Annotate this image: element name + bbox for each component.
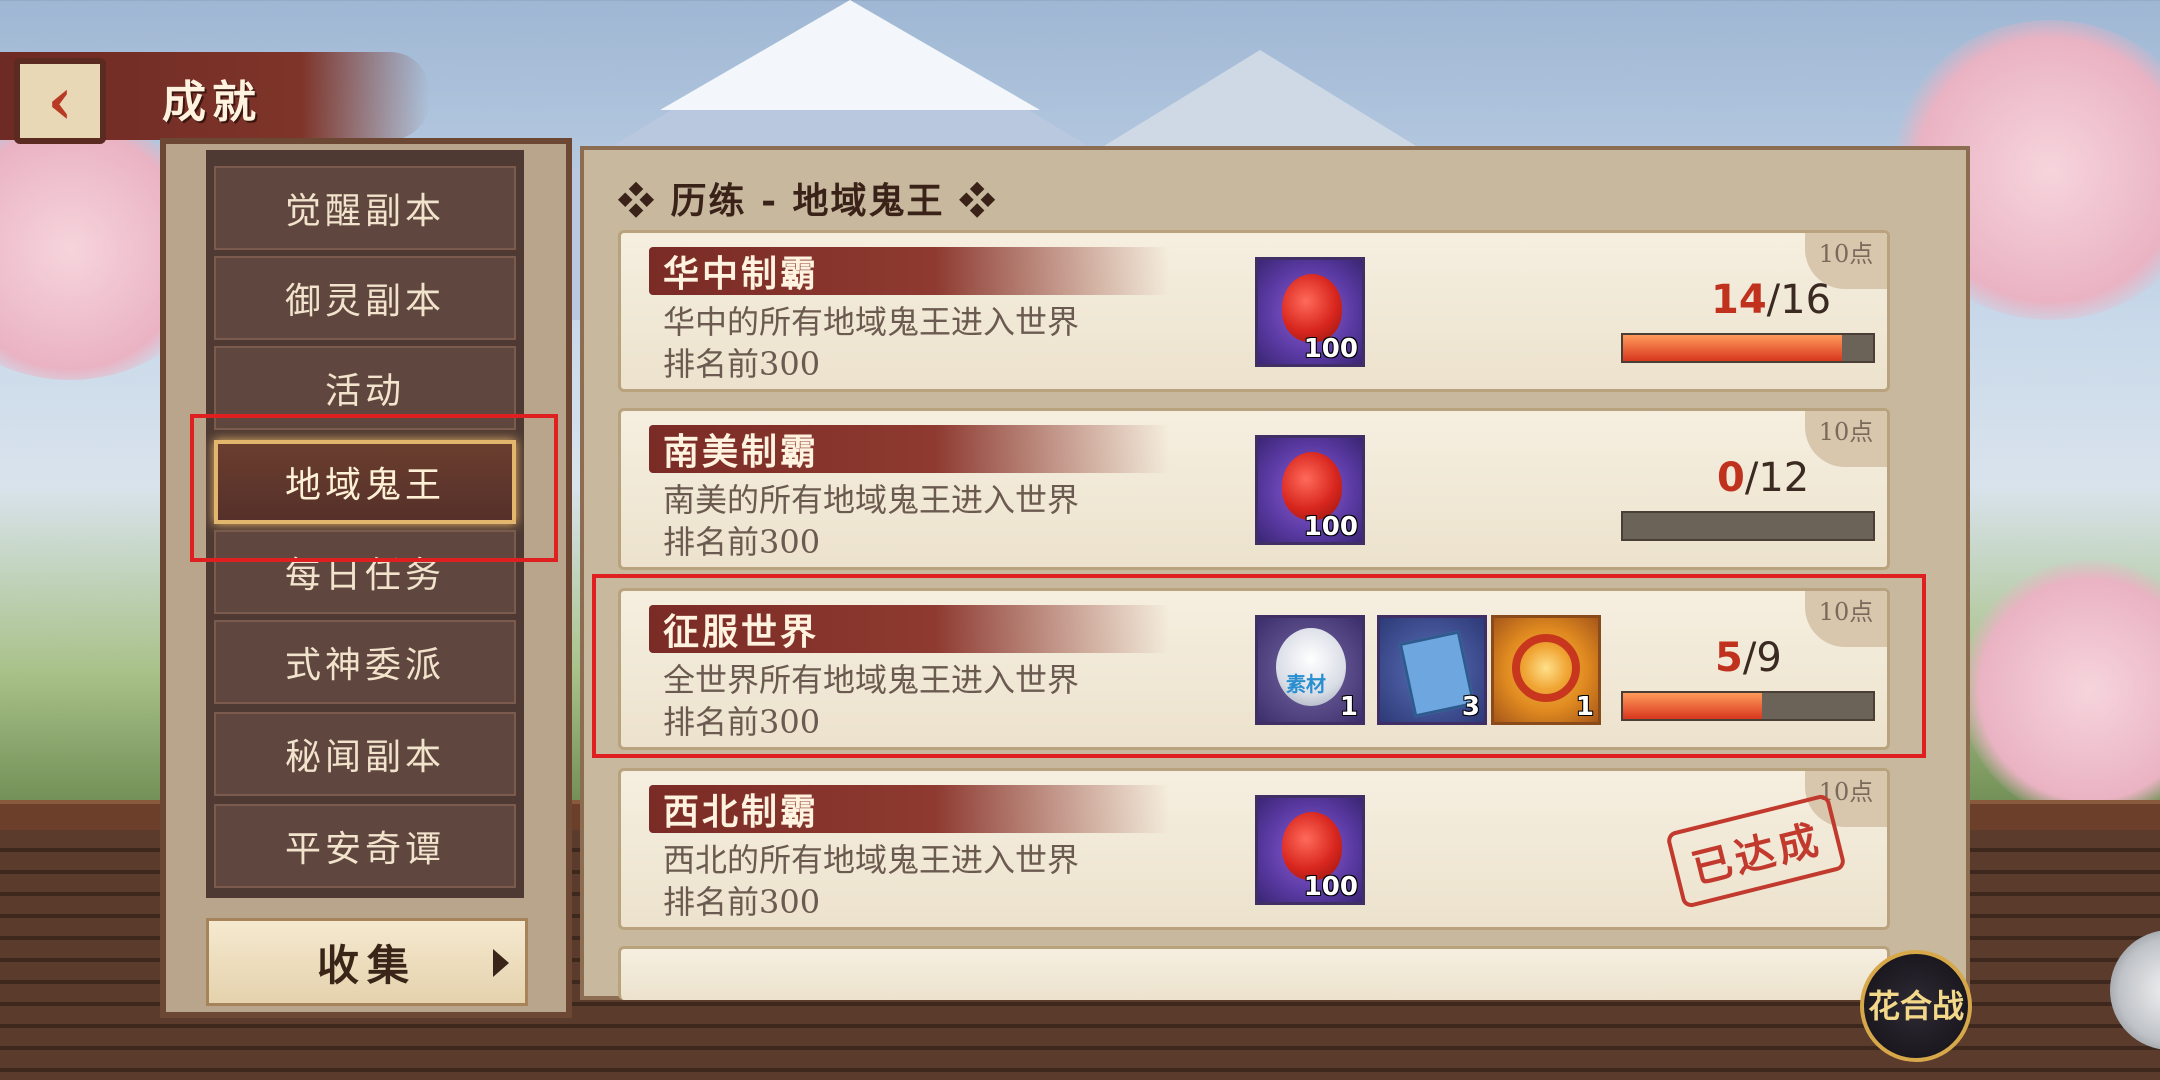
hanafuda-button[interactable]: 花合战 (1860, 950, 1972, 1062)
progress-current: 0 (1717, 455, 1745, 501)
achievement-desc: 南美的所有地域鬼王进入世界 排名前300 (663, 479, 1223, 563)
highlight-box-menu (190, 414, 558, 562)
desc-line: 西北的所有地域鬼王进入世界 (663, 841, 1080, 879)
menu-item-secret[interactable]: 秘闻副本 (214, 712, 516, 796)
progress-total: /16 (1766, 277, 1832, 323)
desc-line: 排名前300 (663, 523, 821, 561)
menu-item-soul[interactable]: 御灵副本 (214, 256, 516, 340)
achievement-title: 西北制霸 (663, 791, 820, 833)
reward-item[interactable]: 100 (1255, 435, 1365, 545)
points-badge: 10点 (1805, 411, 1887, 467)
achievement-card-partial (618, 946, 1890, 1000)
menu-item-dispatch[interactable]: 式神委派 (214, 620, 516, 704)
red-orb-icon (1282, 812, 1342, 880)
progress-fill (1623, 335, 1842, 361)
desc-line: 排名前300 (663, 883, 821, 921)
reward-count: 100 (1303, 512, 1358, 542)
achievement-title: 南美制霸 (663, 431, 820, 473)
collect-button[interactable]: 收集 (206, 918, 528, 1006)
achievement-title: 华中制霸 (663, 253, 820, 295)
progress-text: 14/16 (1711, 277, 1831, 323)
section-title: ❖ 历练 - 地域鬼王 ❖ (618, 180, 998, 222)
red-orb-icon (1282, 274, 1342, 342)
chevron-right-icon (493, 949, 509, 977)
page-title: 成就 (162, 77, 262, 128)
red-orb-icon (1282, 452, 1342, 520)
achievement-desc: 西北的所有地域鬼王进入世界 排名前300 (663, 839, 1223, 923)
reward-count: 100 (1303, 872, 1358, 902)
reward-item[interactable]: 100 (1255, 795, 1365, 905)
achievement-desc: 华中的所有地域鬼王进入世界 排名前300 (663, 301, 1223, 385)
cherry-blossom (1960, 560, 2160, 820)
desc-line: 南美的所有地域鬼王进入世界 (663, 481, 1080, 519)
achievement-card: 华中制霸 华中的所有地域鬼王进入世界 排名前300 10点 100 14/16 (618, 230, 1890, 392)
background-mountain-snow (660, 0, 1040, 110)
achievement-card: 南美制霸 南美的所有地域鬼王进入世界 排名前300 10点 100 0/12 (618, 408, 1890, 570)
back-button[interactable]: ‹ (14, 58, 106, 144)
reward-count: 100 (1303, 334, 1358, 364)
highlight-box-card (592, 574, 1926, 758)
progress-bar (1621, 511, 1875, 541)
menu-item-heian[interactable]: 平安奇谭 (214, 804, 516, 888)
menu-item-awakening[interactable]: 觉醒副本 (214, 166, 516, 250)
progress-bar (1621, 333, 1875, 363)
reward-item[interactable]: 100 (1255, 257, 1365, 367)
desc-line: 排名前300 (663, 345, 821, 383)
progress-current: 14 (1711, 277, 1767, 323)
back-arrow-icon: ‹ (47, 63, 73, 139)
progress-text: 0/12 (1717, 455, 1809, 501)
collect-label: 收集 (316, 940, 417, 990)
progress-total: /12 (1744, 455, 1810, 501)
desc-line: 华中的所有地域鬼王进入世界 (663, 303, 1080, 341)
